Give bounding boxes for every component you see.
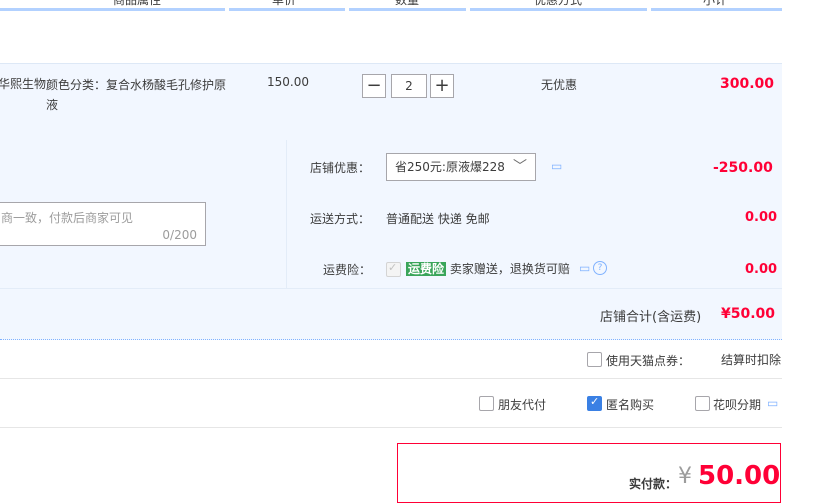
shop-discount-amount: -250.00 [713,160,773,176]
insurance-text: 卖家赠送，退换货可赔 [449,262,570,276]
payment-label: 实付款： [629,477,678,491]
insurance-amount: 0.00 [745,262,778,277]
item-subtotal: 300.00 [720,76,775,92]
header-underline [349,8,466,11]
quantity-decrease-button[interactable]: − [362,74,386,98]
payment-currency: ¥ [678,464,692,489]
payment-amount: 50.00 [698,461,781,491]
product-attribute: 颜色分类：复合水杨酸毛孔修护原液 [46,78,227,112]
shop-discount-select-value: 省250元:原液爆228 [395,160,505,174]
shop-total-label: 店铺合计(含运费) [600,310,702,325]
huabei-label: 花呗分期 [713,398,762,412]
column-header-unit-price: 单价 [272,0,297,7]
buyer-message-input[interactable]: 商一致，付款后商家可见 0/200 [0,202,206,246]
friend-pay-label: 朋友代付 [498,398,547,412]
message-counter: 0/200 [162,228,197,242]
help-icon[interactable]: ? [593,261,607,275]
settle-note: 结算时扣除 [721,353,782,367]
chat-bubble-icon[interactable]: ▭ [579,261,590,275]
plus-icon: + [434,75,450,96]
insurance-text-wrap: 运费险 卖家赠送，退换货可赔 [406,260,570,277]
message-placeholder: 商一致，付款后商家可见 [1,211,134,225]
payment-summary-box: 实付款： ¥ 50.00 [397,443,781,503]
shipping-label: 运送方式： [310,212,371,226]
anonymous-checkbox[interactable]: ✓ [587,395,602,411]
tmall-points-checkbox[interactable] [587,352,602,367]
tmall-points-label: 使用天猫点券： [606,354,691,368]
check-icon: ✓ [388,261,398,274]
discount-method: 无优惠 [541,78,578,92]
divider [0,378,782,379]
insurance-label: 运费险： [323,263,372,277]
header-underline [0,8,225,11]
chat-bubble-icon[interactable]: ▭ [551,159,562,173]
header-underline [651,8,782,11]
column-header-subtotal: 小计 [703,0,728,7]
seller-name: 华熙生物 [0,77,47,91]
divider [0,427,782,428]
shop-discount-label: 店铺优惠： [310,161,371,175]
header-underline [229,8,345,11]
column-header-discount: 优惠方式 [534,0,583,7]
insurance-checkbox: ✓ [386,261,401,277]
huabei-checkbox[interactable] [695,396,710,411]
minus-icon: − [366,75,382,96]
shop-discount-select[interactable]: 省250元:原液爆228 ﹀ [386,153,536,181]
shipping-amount: 0.00 [745,210,778,225]
column-header-quantity: 数量 [395,0,420,7]
header-underline [470,8,647,11]
quantity-input[interactable]: 2 [391,74,427,98]
insurance-badge: 运费险 [406,262,447,276]
unit-price: 150.00 [267,75,309,89]
shop-total-amount: ¥50.00 [721,306,776,322]
chevron-down-icon: ﹀ [513,159,527,175]
quantity-increase-button[interactable]: + [430,74,454,98]
anonymous-label: 匿名购买 [606,398,655,412]
chat-bubble-icon[interactable]: ▭ [767,396,778,410]
friend-pay-checkbox[interactable] [479,396,494,411]
column-header-attributes: 商品属性 [113,0,162,7]
check-icon: ✓ [590,395,600,408]
shipping-value: 普通配送 快递 免邮 [386,212,490,226]
